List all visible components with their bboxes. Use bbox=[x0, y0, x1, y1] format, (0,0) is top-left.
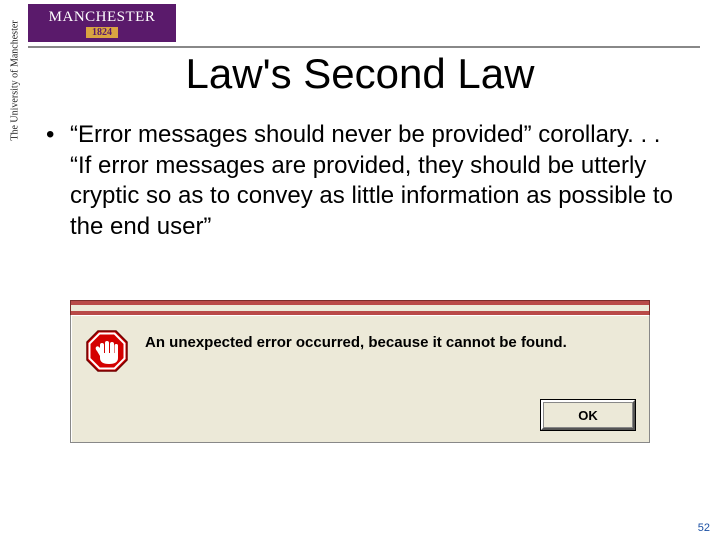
page-number: 52 bbox=[698, 522, 710, 534]
manchester-logo: MANCHESTER 1824 bbox=[28, 4, 176, 42]
dialog-body: An unexpected error occurred, because it… bbox=[70, 315, 650, 443]
bullet-item: “Error messages should never be provided… bbox=[66, 120, 680, 243]
title-divider bbox=[28, 46, 700, 48]
slide: The University of Manchester MANCHESTER … bbox=[0, 0, 720, 540]
slide-body: “Error messages should never be provided… bbox=[40, 120, 680, 243]
stop-hand-icon bbox=[85, 329, 129, 378]
dialog-message: An unexpected error occurred, because it… bbox=[145, 329, 567, 353]
error-dialog: An unexpected error occurred, because it… bbox=[70, 300, 650, 443]
logo-name: MANCHESTER bbox=[49, 9, 156, 26]
logo-year: 1824 bbox=[86, 27, 118, 38]
ok-button[interactable]: OK bbox=[541, 400, 635, 430]
slide-title: Law's Second Law bbox=[0, 50, 720, 98]
